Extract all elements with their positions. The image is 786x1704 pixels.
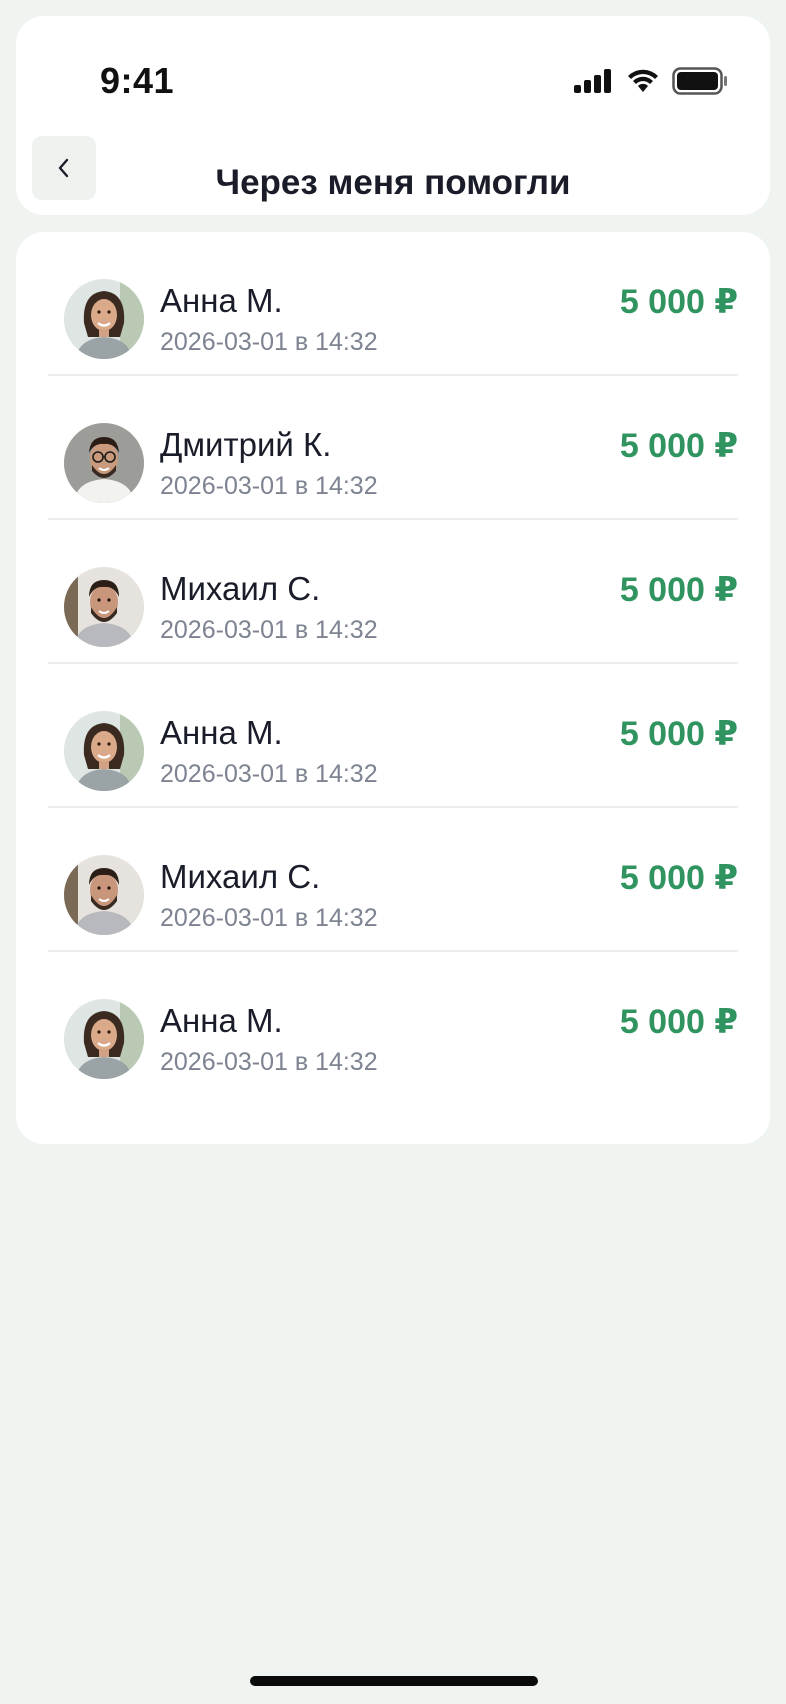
cellular-signal-icon [574, 69, 611, 93]
donation-amount: 5 000 ₽ [619, 859, 738, 897]
status-time: 9:41 [100, 60, 175, 101]
donation-amount: 5 000 ₽ [619, 283, 738, 321]
donation-date: 2026-03-01 в 14:32 [160, 616, 378, 644]
donor-name: Анна М. [160, 282, 283, 319]
donation-amount: 5 000 ₽ [619, 427, 738, 465]
donor-name: Дмитрий К. [160, 426, 332, 463]
donor-name: Анна М. [160, 1002, 283, 1039]
donation-date: 2026-03-01 в 14:32 [160, 904, 378, 932]
donation-date: 2026-03-01 в 14:32 [160, 1048, 378, 1076]
donation-date: 2026-03-01 в 14:32 [160, 760, 378, 788]
donor-name: Михаил С. [160, 858, 321, 895]
donor-name: Анна М. [160, 714, 283, 751]
list-item[interactable]: Дмитрий К. 2026-03-01 в 14:32 5 000 ₽ [48, 376, 738, 520]
wifi-icon [628, 69, 658, 92]
list-item[interactable]: Анна М. 2026-03-01 в 14:32 5 000 ₽ [48, 664, 738, 808]
list-item[interactable]: Михаил С. 2026-03-01 в 14:32 5 000 ₽ [48, 808, 738, 952]
home-indicator[interactable] [250, 1676, 538, 1686]
avatar [64, 567, 144, 647]
donor-name: Михаил С. [160, 570, 321, 607]
battery-icon [672, 67, 727, 95]
donors-list: Анна М. 2026-03-01 в 14:32 5 000 ₽ Дмитр… [16, 232, 770, 1144]
avatar [64, 711, 144, 791]
list-item[interactable]: Анна М. 2026-03-01 в 14:32 5 000 ₽ [48, 232, 738, 376]
page-title: Через меня помогли [215, 163, 571, 202]
list-item[interactable]: Анна М. 2026-03-01 в 14:32 5 000 ₽ [48, 952, 738, 1096]
donation-amount: 5 000 ₽ [619, 571, 738, 609]
avatar [64, 423, 144, 503]
avatar [64, 999, 144, 1079]
status-icons [574, 66, 728, 96]
donation-amount: 5 000 ₽ [619, 715, 738, 753]
avatar [64, 279, 144, 359]
donation-date: 2026-03-01 в 14:32 [160, 328, 378, 356]
donation-amount: 5 000 ₽ [619, 1003, 738, 1041]
list-item[interactable]: Михаил С. 2026-03-01 в 14:32 5 000 ₽ [48, 520, 738, 664]
donation-date: 2026-03-01 в 14:32 [160, 472, 378, 500]
header-card: 9:41 Через меня помогли [16, 16, 770, 215]
avatar [64, 855, 144, 935]
